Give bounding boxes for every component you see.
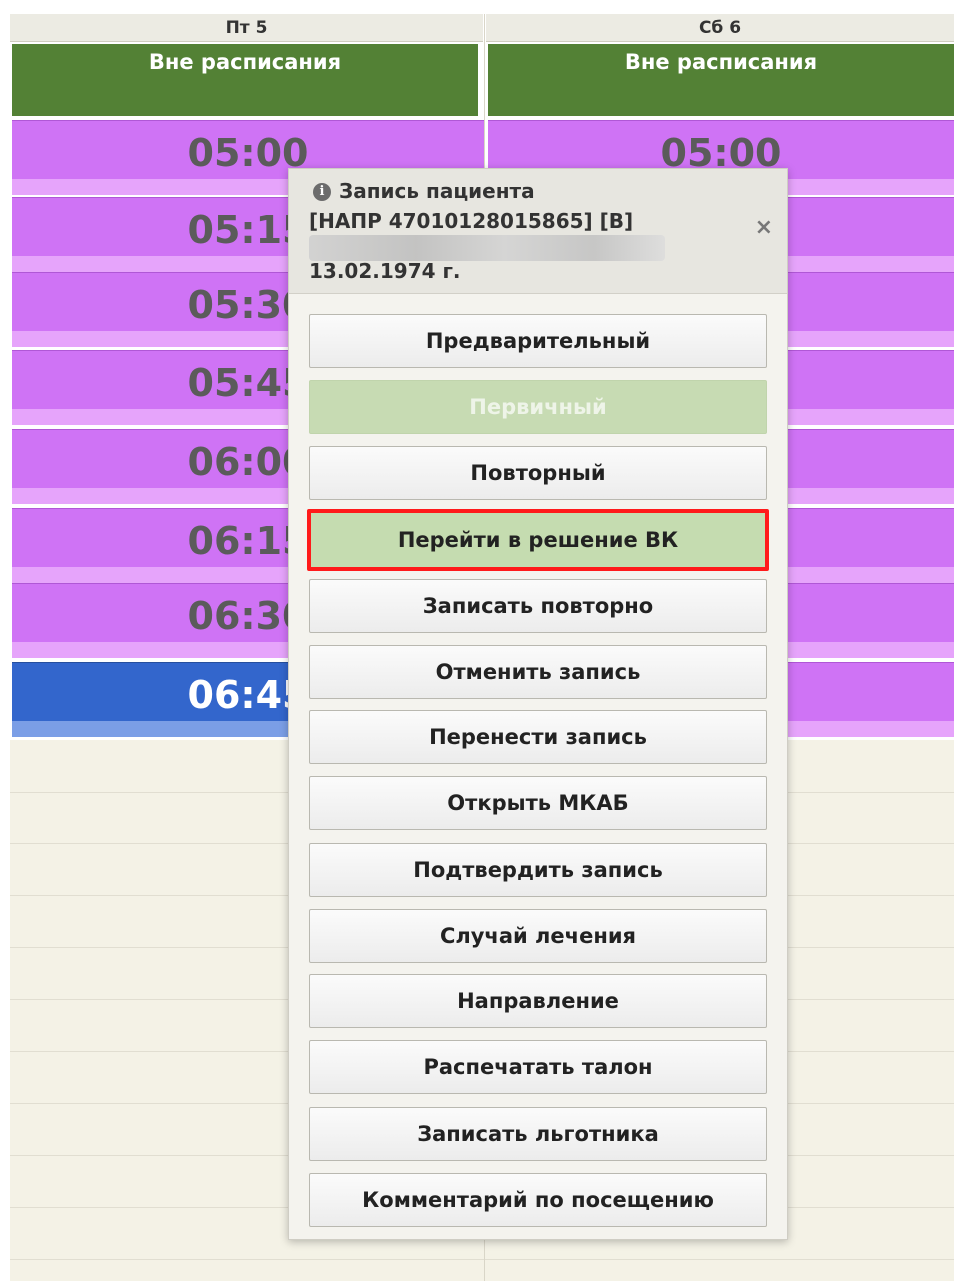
open-mkab-button[interactable]: Открыть МКАБ (309, 776, 767, 830)
record-again-button[interactable]: Записать повторно (309, 579, 767, 633)
day-header-sat: Сб 6 (486, 14, 954, 42)
close-icon[interactable]: × (755, 217, 773, 239)
primary-button-disabled: Первичный (309, 380, 767, 434)
off-schedule-sat[interactable]: Вне расписания (488, 44, 954, 116)
confirm-appointment-button[interactable]: Подтвердить запись (309, 843, 767, 897)
print-ticket-button[interactable]: Распечатать талон (309, 1040, 767, 1094)
grid-line (10, 1259, 954, 1260)
popup-header: i Запись пациента [НАПР 47010128015865] … (289, 169, 787, 294)
cancel-appointment-button[interactable]: Отменить запись (309, 645, 767, 699)
referral-number: [НАПР 47010128015865] [В] (309, 209, 634, 233)
appointment-popup: i Запись пациента [НАПР 47010128015865] … (288, 168, 788, 1240)
day-header-fri: Пт 5 (10, 14, 483, 42)
info-icon: i (313, 183, 331, 201)
repeat-button[interactable]: Повторный (309, 446, 767, 500)
go-to-vk-decision-button[interactable]: Перейти в решение ВК (307, 509, 769, 571)
reschedule-button[interactable]: Перенести запись (309, 710, 767, 764)
visit-comment-button[interactable]: Комментарий по посещению (309, 1173, 767, 1227)
referral-button[interactable]: Направление (309, 974, 767, 1028)
popup-title: Запись пациента (339, 179, 535, 203)
record-beneficiary-button[interactable]: Записать льготника (309, 1107, 767, 1161)
off-schedule-fri[interactable]: Вне расписания (12, 44, 478, 116)
preliminary-button[interactable]: Предварительный (309, 314, 767, 368)
treatment-case-button[interactable]: Случай лечения (309, 909, 767, 963)
patient-name-redacted (309, 235, 665, 261)
patient-dob: 13.02.1974 г. (309, 259, 461, 283)
